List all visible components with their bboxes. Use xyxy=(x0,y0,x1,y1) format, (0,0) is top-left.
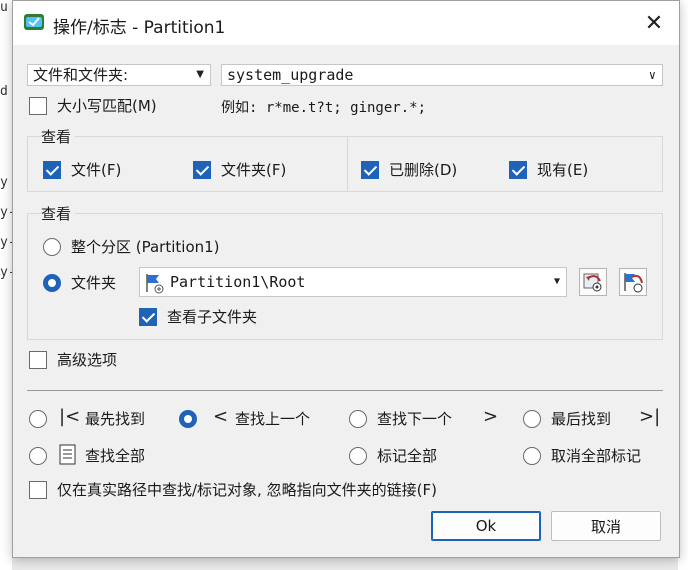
find-all-radio[interactable] xyxy=(29,447,47,465)
match-case-checkbox[interactable] xyxy=(29,97,47,115)
whole-partition-radio[interactable] xyxy=(43,238,61,256)
first-icon: |< xyxy=(59,406,81,427)
find-next-label: 查找下一个 xyxy=(377,410,453,428)
folders-checkbox[interactable] xyxy=(193,161,211,179)
find-next-radio[interactable] xyxy=(349,410,367,428)
document-list-icon xyxy=(59,444,76,465)
separator xyxy=(27,390,663,391)
find-last-label: 最后找到 xyxy=(551,410,612,428)
advanced-options-label: 高级选项 xyxy=(57,351,118,369)
window-title: 操作/标志 - Partition1 xyxy=(53,18,226,38)
cancel-button[interactable]: 取消 xyxy=(551,511,661,541)
deleted-checkbox[interactable] xyxy=(361,161,379,179)
view-location-title: 查看 xyxy=(41,203,76,224)
folder-radio[interactable] xyxy=(43,274,61,292)
next-icon: > xyxy=(483,406,499,427)
browse-folder-up-button[interactable] xyxy=(619,268,647,296)
subfolders-checkbox[interactable] xyxy=(139,308,157,326)
close-button[interactable]: ✕ xyxy=(637,7,671,39)
find-first-radio[interactable] xyxy=(29,410,47,428)
find-last-radio[interactable] xyxy=(523,410,541,428)
folder-path-value: Partition1\Root xyxy=(170,273,306,291)
ok-button[interactable]: Ok xyxy=(431,511,541,541)
existing-checkbox[interactable] xyxy=(509,161,527,179)
mark-all-label: 标记全部 xyxy=(377,447,438,465)
chevron-down-icon: ▼ xyxy=(196,69,204,80)
chevron-down-icon: ∨ xyxy=(648,68,656,82)
chevron-down-icon: ▼ xyxy=(553,276,560,287)
whole-partition-label: 整个分区 (Partition1) xyxy=(71,238,220,256)
example-hint: 例如: r*me.t?t; ginger.*; xyxy=(221,100,427,116)
previous-icon: < xyxy=(213,406,229,427)
find-prev-label: 查找上一个 xyxy=(235,410,311,428)
advanced-options-checkbox[interactable] xyxy=(29,351,47,369)
unmark-all-label: 取消全部标记 xyxy=(551,447,642,465)
folder-up-icon xyxy=(624,273,643,293)
subfolders-label: 查看子文件夹 xyxy=(167,308,258,326)
existing-label: 现有(E) xyxy=(537,161,589,179)
app-icon xyxy=(24,14,44,30)
pattern-input[interactable]: system_upgrade ∨ xyxy=(221,64,663,86)
background-window-left: u d y y- y- y- xyxy=(0,0,16,570)
scope-select-value: 文件和文件夹: xyxy=(33,66,129,84)
view-types-title: 查看 xyxy=(41,126,76,147)
find-first-label: 最先找到 xyxy=(85,410,146,428)
find-prev-radio[interactable] xyxy=(179,410,197,428)
folder-label: 文件夹 xyxy=(71,274,117,292)
pattern-input-value: system_upgrade xyxy=(227,66,354,84)
match-case-label: 大小写匹配(M) xyxy=(57,97,157,115)
title-bar: 操作/标志 - Partition1 ✕ xyxy=(13,1,679,45)
files-label: 文件(F) xyxy=(71,161,122,179)
deleted-label: 已删除(D) xyxy=(389,161,458,179)
folder-back-icon xyxy=(583,273,602,292)
last-icon: >| xyxy=(639,406,661,427)
partition-folder-icon xyxy=(146,274,164,294)
browse-folder-back-button[interactable] xyxy=(579,268,607,296)
mark-all-radio[interactable] xyxy=(349,447,367,465)
folders-label: 文件夹(F) xyxy=(221,161,287,179)
scope-select[interactable]: 文件和文件夹: ▼ xyxy=(27,64,211,86)
folder-path-select[interactable]: Partition1\Root ▼ xyxy=(139,267,567,297)
unmark-all-radio[interactable] xyxy=(523,447,541,465)
find-dialog: 操作/标志 - Partition1 ✕ 文件和文件夹: ▼ system_up… xyxy=(12,0,680,558)
files-checkbox[interactable] xyxy=(43,161,61,179)
find-all-label: 查找全部 xyxy=(85,447,146,465)
real-path-checkbox[interactable] xyxy=(29,481,47,499)
close-icon: ✕ xyxy=(644,10,664,36)
real-path-label: 仅在真实路径中查找/标记对象, 忽略指向文件夹的链接(F) xyxy=(57,481,437,499)
